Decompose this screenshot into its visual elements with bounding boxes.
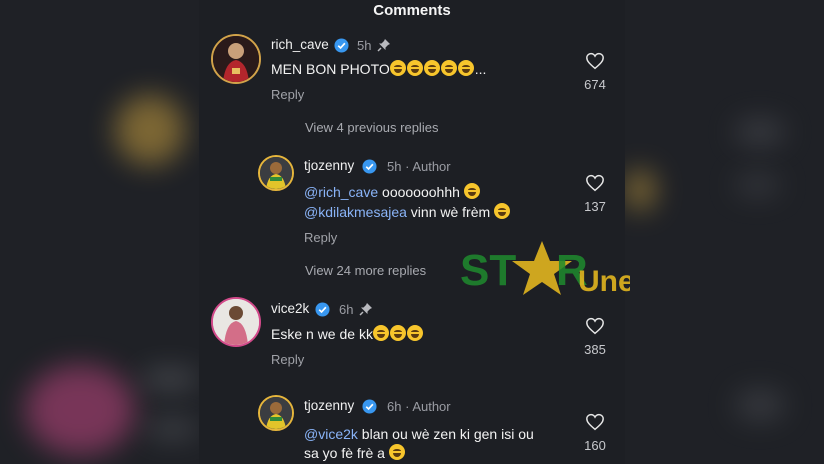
comment-username[interactable]: rich_cave — [271, 37, 329, 52]
avatar[interactable] — [211, 34, 261, 84]
comment-time: 6h — [387, 399, 402, 414]
verified-badge-icon — [362, 159, 377, 174]
comment-text: MEN BON PHOTO... — [271, 59, 486, 79]
author-label: Author — [412, 399, 451, 414]
pin-icon — [377, 39, 390, 52]
blurred-icon-shape — [735, 175, 780, 195]
reply-button[interactable]: Reply — [304, 230, 337, 245]
comment-text: Eske n we de kk — [271, 324, 424, 344]
svg-text:ST: ST — [460, 246, 516, 295]
blurred-background-right — [625, 0, 824, 464]
emoji-laughing — [494, 203, 511, 219]
comment-username[interactable]: tjozenny — [304, 398, 354, 413]
reply-button[interactable]: Reply — [271, 352, 304, 367]
page-title: Comments — [373, 2, 451, 19]
blurred-avatar-shape — [25, 365, 135, 455]
view-previous-replies[interactable]: View 4 previous replies — [305, 120, 438, 135]
mention-link[interactable]: @rich_cave — [304, 184, 378, 200]
like-count: 137 — [584, 199, 606, 214]
mention-link[interactable]: @vice2k — [304, 426, 358, 442]
avatar-image — [213, 299, 259, 345]
heart-icon[interactable] — [585, 52, 605, 70]
comments-panel: Comments rich_cave 5h MEN BON PHOTO... R… — [199, 0, 625, 464]
blurred-avatar-shape — [625, 170, 655, 210]
heart-icon[interactable] — [585, 413, 605, 431]
avatar-image — [213, 36, 259, 82]
blurred-background-left — [0, 0, 199, 464]
watermark-logo: ST R Une — [460, 241, 630, 298]
comment-text-body: ooooooohhh — [378, 184, 464, 200]
svg-text:Une: Une — [578, 265, 630, 298]
emoji-laughing — [463, 183, 480, 199]
comment-text: sa yo fè frè a — [304, 443, 406, 463]
reply-button[interactable]: Reply — [271, 87, 304, 102]
comment-text: @rich_cave ooooooohhh — [304, 182, 481, 202]
comment-username[interactable]: vice2k — [271, 301, 309, 316]
emoji-laughing — [388, 444, 405, 460]
comment-text-body: Eske n we de kk — [271, 326, 373, 342]
blurred-avatar-shape — [115, 95, 185, 165]
blurred-text-shape — [140, 370, 199, 388]
like-count: 674 — [584, 77, 606, 92]
comment-text-body: blan ou wè zen ki gen isi ou — [357, 426, 534, 442]
comment-text-body: vinn wè frèm — [406, 204, 495, 220]
comment-text-body: sa yo fè frè a — [304, 445, 389, 461]
mention-link[interactable]: @kdilakmesajea — [304, 204, 407, 220]
avatar-image — [260, 397, 292, 429]
comment-time: 5h — [387, 159, 402, 174]
verified-badge-icon — [334, 38, 349, 53]
comment-meta: 6h · Author — [387, 399, 451, 414]
comment-username[interactable]: tjozenny — [304, 158, 354, 173]
comment-time: 6h — [339, 302, 354, 317]
view-more-replies[interactable]: View 24 more replies — [305, 263, 426, 278]
comment-text-suffix: ... — [474, 61, 487, 77]
verified-badge-icon — [315, 302, 330, 317]
author-label: Author — [412, 159, 451, 174]
comment-meta: 5h · Author — [387, 159, 451, 174]
verified-badge-icon — [362, 399, 377, 414]
avatar[interactable] — [258, 395, 294, 431]
comment-time: 5h — [357, 38, 372, 53]
comment-text-body: MEN BON PHOTO — [271, 61, 390, 77]
heart-icon[interactable] — [585, 174, 605, 192]
blurred-icon-shape — [735, 120, 785, 144]
like-count: 160 — [584, 438, 606, 453]
avatar[interactable] — [211, 297, 261, 347]
comment-text: @kdilakmesajea vinn wè frèm — [304, 202, 511, 222]
avatar[interactable] — [258, 155, 294, 191]
like-count: 385 — [584, 342, 606, 357]
blurred-icon-shape — [735, 390, 785, 420]
emoji-laughing — [372, 325, 424, 342]
heart-icon[interactable] — [585, 317, 605, 335]
blurred-text-shape — [145, 420, 199, 438]
avatar-image — [260, 157, 292, 189]
pin-icon — [359, 303, 372, 316]
comment-text: @vice2k blan ou wè zen ki gen isi ou — [304, 424, 534, 444]
emoji-laughing — [389, 60, 475, 77]
